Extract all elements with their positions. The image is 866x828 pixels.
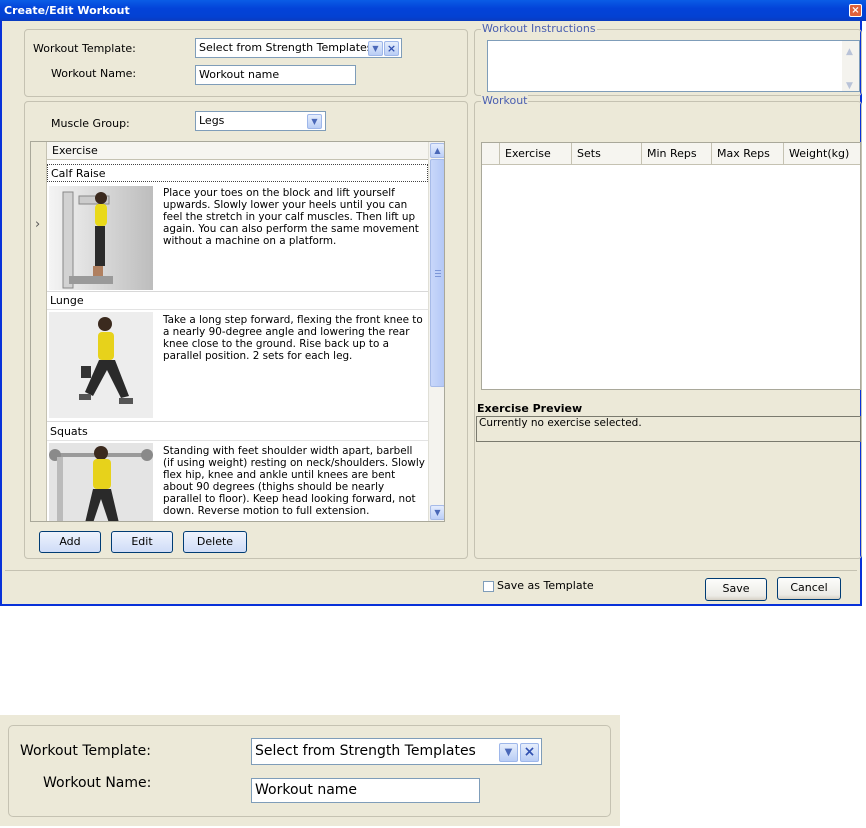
title-bar: Create/Edit Workout ×: [0, 0, 866, 21]
zoom-template-value: Select from Strength Templates: [255, 743, 476, 759]
zoomed-template-panel: Workout Template: Select from Strength T…: [0, 715, 620, 826]
workout-name-label: Workout Name:: [51, 67, 137, 80]
workout-instructions-textarea[interactable]: ▲ ▼: [487, 40, 860, 92]
save-as-template-checkbox[interactable]: [483, 581, 494, 592]
exercise-name: Squats: [47, 423, 428, 441]
workout-name-field[interactable]: Workout name: [195, 65, 356, 85]
workout-template-value: Select from Strength Templates: [199, 41, 373, 54]
row-header-column: ›: [31, 142, 47, 521]
exercise-column-header[interactable]: Exercise: [47, 142, 428, 160]
exercise-description: Take a long step forward, flexing the fr…: [163, 314, 423, 362]
zoom-workout-template-label: Workout Template:: [20, 743, 151, 759]
close-icon[interactable]: ×: [849, 4, 862, 17]
save-as-template-label: Save as Template: [497, 579, 594, 592]
zoom-workout-name-field[interactable]: Workout name: [251, 778, 480, 803]
calf-raise-figure-icon: [49, 186, 153, 290]
squat-figure-icon: [49, 443, 153, 521]
scroll-up-arrow-icon[interactable]: ▲: [846, 43, 853, 61]
window-title: Create/Edit Workout: [4, 4, 130, 17]
workout-col-weight[interactable]: Weight(kg): [784, 143, 860, 165]
divider: [47, 421, 428, 422]
scroll-down-arrow-icon[interactable]: ▼: [430, 505, 444, 520]
zoom-workout-name-value: Workout name: [255, 782, 358, 798]
workout-col-exercise[interactable]: Exercise: [500, 143, 572, 165]
add-button[interactable]: Add: [39, 531, 101, 553]
exercise-preview-title: Exercise Preview: [477, 402, 583, 415]
workout-template-label: Workout Template:: [33, 42, 136, 55]
muscle-group-label: Muscle Group:: [51, 117, 130, 130]
exercise-grid[interactable]: › Exercise Calf Raise Place your toes on…: [30, 141, 445, 522]
cancel-button[interactable]: Cancel: [777, 577, 841, 600]
instructions-legend: Workout Instructions: [481, 22, 597, 35]
muscle-group-chevron-down-icon[interactable]: ▼: [307, 114, 322, 129]
exercise-preview-text: Currently no exercise selected.: [479, 417, 642, 429]
exercise-description: Place your toes on the block and lift yo…: [163, 187, 419, 247]
workout-row-header: [482, 143, 500, 165]
zoom-template-chevron-down-icon[interactable]: ▼: [499, 743, 518, 762]
scroll-thumb[interactable]: [430, 159, 444, 387]
scroll-down-arrow-icon[interactable]: ▼: [846, 77, 853, 95]
scroll-up-arrow-icon[interactable]: ▲: [430, 143, 444, 158]
exercise-preview-box: Currently no exercise selected.: [476, 416, 861, 442]
grip-line: [435, 273, 441, 274]
current-row-chevron-icon: ›: [35, 217, 41, 232]
zoom-workout-name-label: Workout Name:: [43, 775, 152, 791]
edit-button[interactable]: Edit: [111, 531, 173, 553]
workout-name-value: Workout name: [199, 68, 280, 81]
lunge-figure-icon: [49, 312, 153, 418]
delete-button[interactable]: Delete: [183, 531, 247, 553]
muscle-group-value: Legs: [199, 114, 225, 127]
template-dropdown-chevron-icon[interactable]: ▼: [368, 41, 383, 56]
workout-col-min-reps[interactable]: Min Reps: [642, 143, 712, 165]
workout-grid[interactable]: Exercise Sets Min Reps Max Reps Weight(k…: [481, 142, 861, 390]
template-clear-icon[interactable]: ×: [384, 41, 399, 56]
zoom-template-clear-icon[interactable]: ×: [520, 743, 539, 762]
exercise-scrollbar[interactable]: ▲ ▼: [428, 142, 444, 521]
grip-line: [435, 270, 441, 271]
exercise-description: Standing with feet shoulder width apart,…: [163, 445, 425, 517]
workout-legend: Workout: [481, 94, 529, 107]
instructions-scrollbar[interactable]: ▲ ▼: [842, 41, 859, 91]
save-button[interactable]: Save: [705, 578, 767, 601]
grip-line: [435, 276, 441, 277]
exercise-name: Lunge: [47, 292, 428, 310]
exercise-name: Calf Raise: [47, 164, 428, 182]
workout-col-max-reps[interactable]: Max Reps: [712, 143, 784, 165]
workout-col-sets[interactable]: Sets: [572, 143, 642, 165]
